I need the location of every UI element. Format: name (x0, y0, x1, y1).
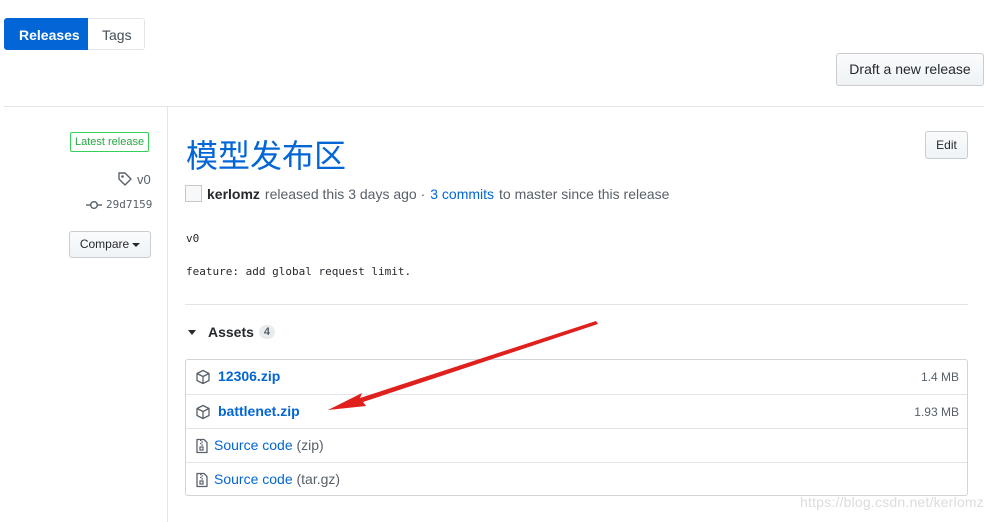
latest-release-badge: Latest release (70, 132, 150, 152)
compare-label: Compare (79, 237, 130, 251)
asset-size: 1.93 MB (914, 405, 959, 419)
file-zip-icon (196, 438, 208, 454)
asset-link[interactable]: Source code (tar.gz) (214, 471, 340, 487)
source-code-label: Source code (214, 471, 293, 487)
asset-size: 1.4 MB (920, 370, 959, 384)
author-link[interactable]: kerlomz (207, 186, 260, 202)
watermark: https://blog.csdn.net/kerlomz (800, 494, 984, 510)
released-text: released this 3 days ago · (264, 185, 426, 202)
edit-button[interactable]: Edit (925, 131, 968, 159)
assets-toggle[interactable]: Assets 4 (188, 324, 276, 340)
compare-button[interactable]: Compare (69, 231, 151, 258)
archive-format: (zip) (296, 437, 324, 453)
package-icon (196, 404, 210, 420)
tab-releases[interactable]: Releases (4, 18, 88, 50)
commits-suffix: to master since this release (499, 185, 670, 202)
draft-new-release-button[interactable]: Draft a new release (836, 53, 984, 86)
annotation-arrow (328, 321, 598, 410)
release-tabs: Releases Tags (4, 18, 145, 50)
caret-down-icon (132, 242, 141, 247)
package-icon (196, 369, 210, 385)
release-commit[interactable]: 29d7159 (86, 198, 152, 211)
asset-row: Source code (zip) (186, 428, 967, 462)
notes-divider (185, 304, 968, 305)
tag-icon (118, 172, 132, 186)
archive-format: (tar.gz) (296, 471, 341, 487)
commit-sha: 29d7159 (106, 198, 153, 211)
source-code-label: Source code (214, 437, 293, 453)
asset-link[interactable]: battlenet.zip (218, 403, 300, 419)
release-tag[interactable]: v0 (117, 171, 151, 187)
git-commit-icon (86, 200, 102, 209)
tag-label: v0 (137, 171, 151, 187)
asset-link[interactable]: 12306.zip (218, 368, 280, 384)
file-zip-icon (196, 472, 208, 488)
tab-tags[interactable]: Tags (88, 18, 145, 50)
commits-link[interactable]: 3 commits (430, 186, 494, 202)
release-notes-line: feature: add global request limit. (186, 265, 412, 278)
header-divider (4, 106, 984, 107)
release-byline: kerlomz released this 3 days ago · 3 com… (185, 185, 669, 202)
triangle-down-icon (188, 329, 196, 335)
asset-link[interactable]: Source code (zip) (214, 437, 324, 453)
release-notes-line: v0 (186, 232, 200, 245)
assets-count-badge: 4 (258, 325, 276, 339)
sidebar-divider (167, 107, 168, 522)
asset-row: Source code (tar.gz) (186, 462, 967, 496)
assets-label: Assets (208, 324, 254, 340)
release-title[interactable]: 模型发布区 (186, 134, 346, 178)
avatar[interactable] (185, 185, 202, 202)
